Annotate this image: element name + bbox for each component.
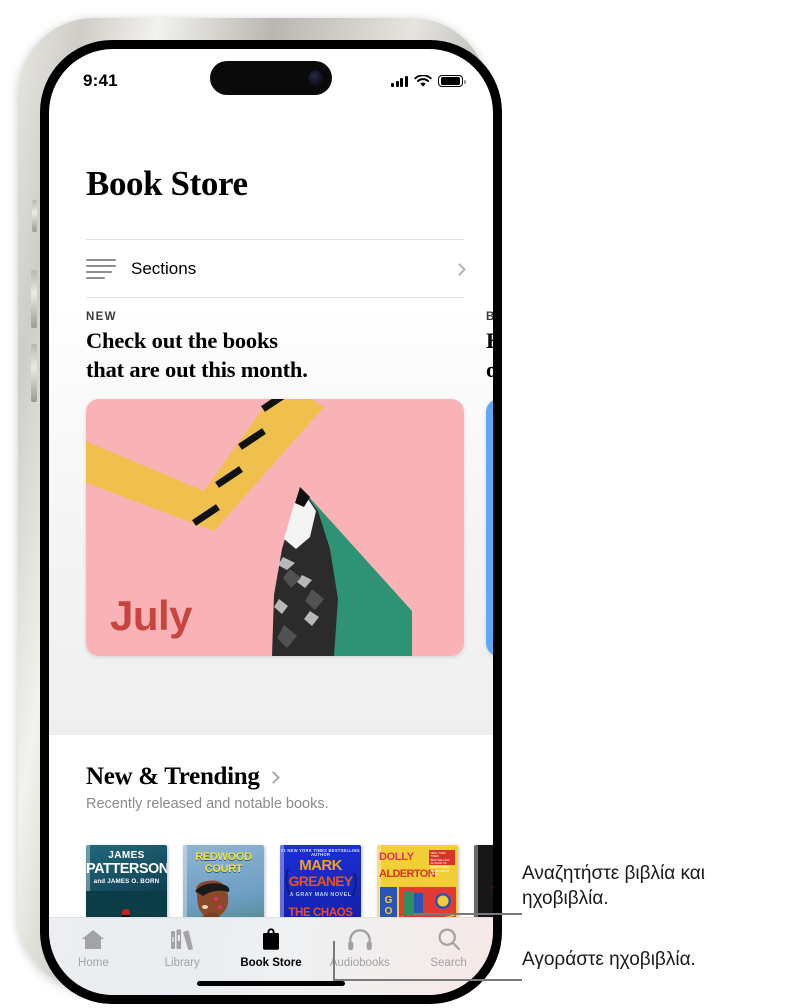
featured-next-eyebrow: BE [486, 311, 493, 323]
book-title-line1: DOLLY [379, 851, 414, 863]
phone-screen: 9:41 Book Store Sections NEW Check out t… [49, 49, 493, 995]
book-title-line2: CAT [474, 860, 493, 867]
tab-library-label: Library [164, 957, 200, 969]
shopping-bag-icon [260, 926, 282, 952]
tab-library[interactable]: Library [138, 926, 227, 969]
tab-search[interactable]: Search [404, 926, 493, 969]
section-title: New & Trending [86, 763, 260, 790]
section-title-row: New & Trending [86, 763, 329, 791]
headphones-icon [347, 926, 373, 952]
tab-home[interactable]: Home [49, 926, 138, 969]
book-blurb: NEW YORK TIMES BESTSELLING AUTHOR OF EVE… [429, 850, 455, 876]
book-title-line2: PATTERSON [86, 861, 167, 877]
chevron-right-icon [453, 262, 466, 276]
divider-top [86, 239, 464, 240]
magnifier-icon [437, 926, 461, 952]
dynamic-island [210, 61, 332, 95]
iphone-frame: 9:41 Book Store Sections NEW Check out t… [18, 18, 502, 1004]
featured-artwork[interactable]: July [86, 398, 464, 656]
tab-home-label: Home [78, 957, 109, 969]
tab-book-store[interactable]: Book Store [227, 926, 316, 969]
status-icons [391, 74, 466, 88]
featured-artwork-caption: July [110, 591, 193, 639]
featured-headline: Check out the books that are out this mo… [86, 327, 464, 385]
callout-leader-search [413, 913, 522, 915]
book-title-line2: COURT [204, 863, 243, 875]
silent-switch[interactable] [32, 200, 37, 232]
featured-next-artwork[interactable] [486, 398, 493, 656]
featured-next-headline-line1: B [486, 327, 493, 356]
volume-down-button[interactable] [31, 344, 37, 402]
callout-audiobooks: Αγοράστε ηχοβιβλία. [522, 949, 696, 970]
front-camera-icon [308, 70, 323, 86]
new-and-trending-header[interactable]: New & Trending Recently released and not… [86, 763, 329, 812]
volume-up-button[interactable] [31, 270, 37, 328]
page-title: Book Store [86, 164, 248, 203]
featured-card-new[interactable]: NEW Check out the books that are out thi… [86, 311, 464, 656]
status-time: 9:41 [83, 71, 118, 90]
featured-next-headline-line2: o [486, 356, 493, 382]
book-title-line1: JAMES [108, 850, 145, 861]
callout-leader-audiobooks-horizontal [333, 979, 522, 981]
books-app: Book Store Sections NEW Check out the bo… [49, 49, 493, 995]
featured-next-headline: B o [486, 327, 493, 385]
section-subtitle: Recently released and notable books. [86, 796, 329, 812]
featured-headline-line1: Check out the books [86, 328, 278, 353]
book-title-line3: and JAMES O. BORN [93, 878, 160, 885]
wifi-icon [414, 74, 432, 87]
signal-bars-icon [391, 75, 408, 87]
home-indicator[interactable] [197, 980, 345, 986]
divider-bottom [86, 297, 464, 298]
tab-audiobooks-label: Audiobooks [329, 957, 390, 969]
tab-audiobooks[interactable]: Audiobooks [315, 926, 404, 969]
book-title-line3: SHIT [474, 873, 493, 895]
books-icon [170, 926, 194, 952]
featured-headline-line2: that are out this month. [86, 356, 308, 382]
tab-search-label: Search [430, 957, 467, 969]
featured-carousel[interactable]: NEW Check out the books that are out thi… [49, 311, 493, 735]
featured-card-next[interactable]: BE B o [486, 311, 493, 656]
callout-leader-audiobooks-vertical [333, 941, 335, 980]
sections-row[interactable]: Sections [86, 244, 466, 294]
tab-book-store-label: Book Store [240, 957, 302, 969]
sections-label: Sections [131, 259, 197, 278]
book-title-line1: REDWOOD [195, 851, 252, 863]
featured-eyebrow: NEW [86, 311, 117, 323]
sections-lines-icon [86, 258, 116, 280]
book-title-line1: JEN [474, 850, 493, 857]
chevron-right-icon[interactable] [266, 770, 280, 784]
house-icon [81, 926, 105, 952]
callout-search: Αναζητήστε βιβλία και ηχοβιβλία. [522, 863, 706, 909]
screenshot-root: 9:41 Book Store Sections NEW Check out t… [0, 0, 795, 1008]
battery-icon [438, 74, 466, 88]
